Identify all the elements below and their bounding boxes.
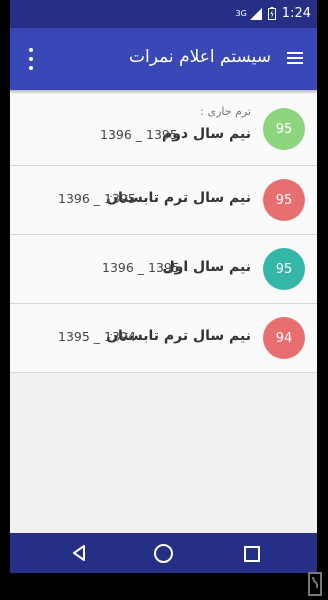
app-bar: سیستم اعلام نمرات — [10, 28, 317, 90]
device-edge — [317, 28, 328, 600]
term-years: 1396 _ 1395 — [102, 260, 180, 275]
score-badge: 95 — [263, 179, 305, 221]
signal-icon — [249, 7, 262, 20]
current-term-label: ترم جاری : — [200, 105, 251, 118]
score-badge: 95 — [263, 108, 305, 150]
hamburger-menu-icon[interactable] — [287, 52, 303, 64]
score-badge: 94 — [263, 317, 305, 359]
network-type: 3G — [235, 9, 247, 18]
battery-icon — [267, 7, 276, 20]
recent-apps-icon[interactable] — [244, 546, 260, 562]
term-years: 1396 _ 1395 — [100, 127, 178, 142]
clock: 1:24 — [281, 6, 311, 21]
term-years: 1396 _ 1395 — [58, 191, 136, 206]
term-years: 1395 _ 1394 — [58, 329, 136, 344]
term-item[interactable]: 95 نیم سال اول 1396 _ 1395 — [10, 235, 317, 304]
term-item-current[interactable]: 95 ترم جاری : نیم سال دوم 1396 _ 1395 — [10, 93, 317, 166]
app-screen: سیستم اعلام نمرات 95 ترم جاری : نیم سال … — [10, 28, 317, 573]
back-icon[interactable] — [72, 545, 86, 561]
term-item[interactable]: 94 نیم سال ترم تابستان 1395 _ 1394 — [10, 304, 317, 373]
status-bar: 3G 1:24 — [10, 0, 317, 28]
score-badge: 95 — [263, 248, 305, 290]
terms-list: 95 ترم جاری : نیم سال دوم 1396 _ 1395 95… — [10, 93, 317, 373]
home-icon[interactable] — [154, 544, 173, 563]
term-item[interactable]: 95 نیم سال ترم تابستان 1396 _ 1395 — [10, 166, 317, 235]
navigation-bar — [10, 533, 317, 573]
overflow-menu-icon[interactable] — [22, 48, 40, 70]
store-watermark-icon — [308, 572, 322, 596]
page-title: سیستم اعلام نمرات — [129, 47, 271, 67]
